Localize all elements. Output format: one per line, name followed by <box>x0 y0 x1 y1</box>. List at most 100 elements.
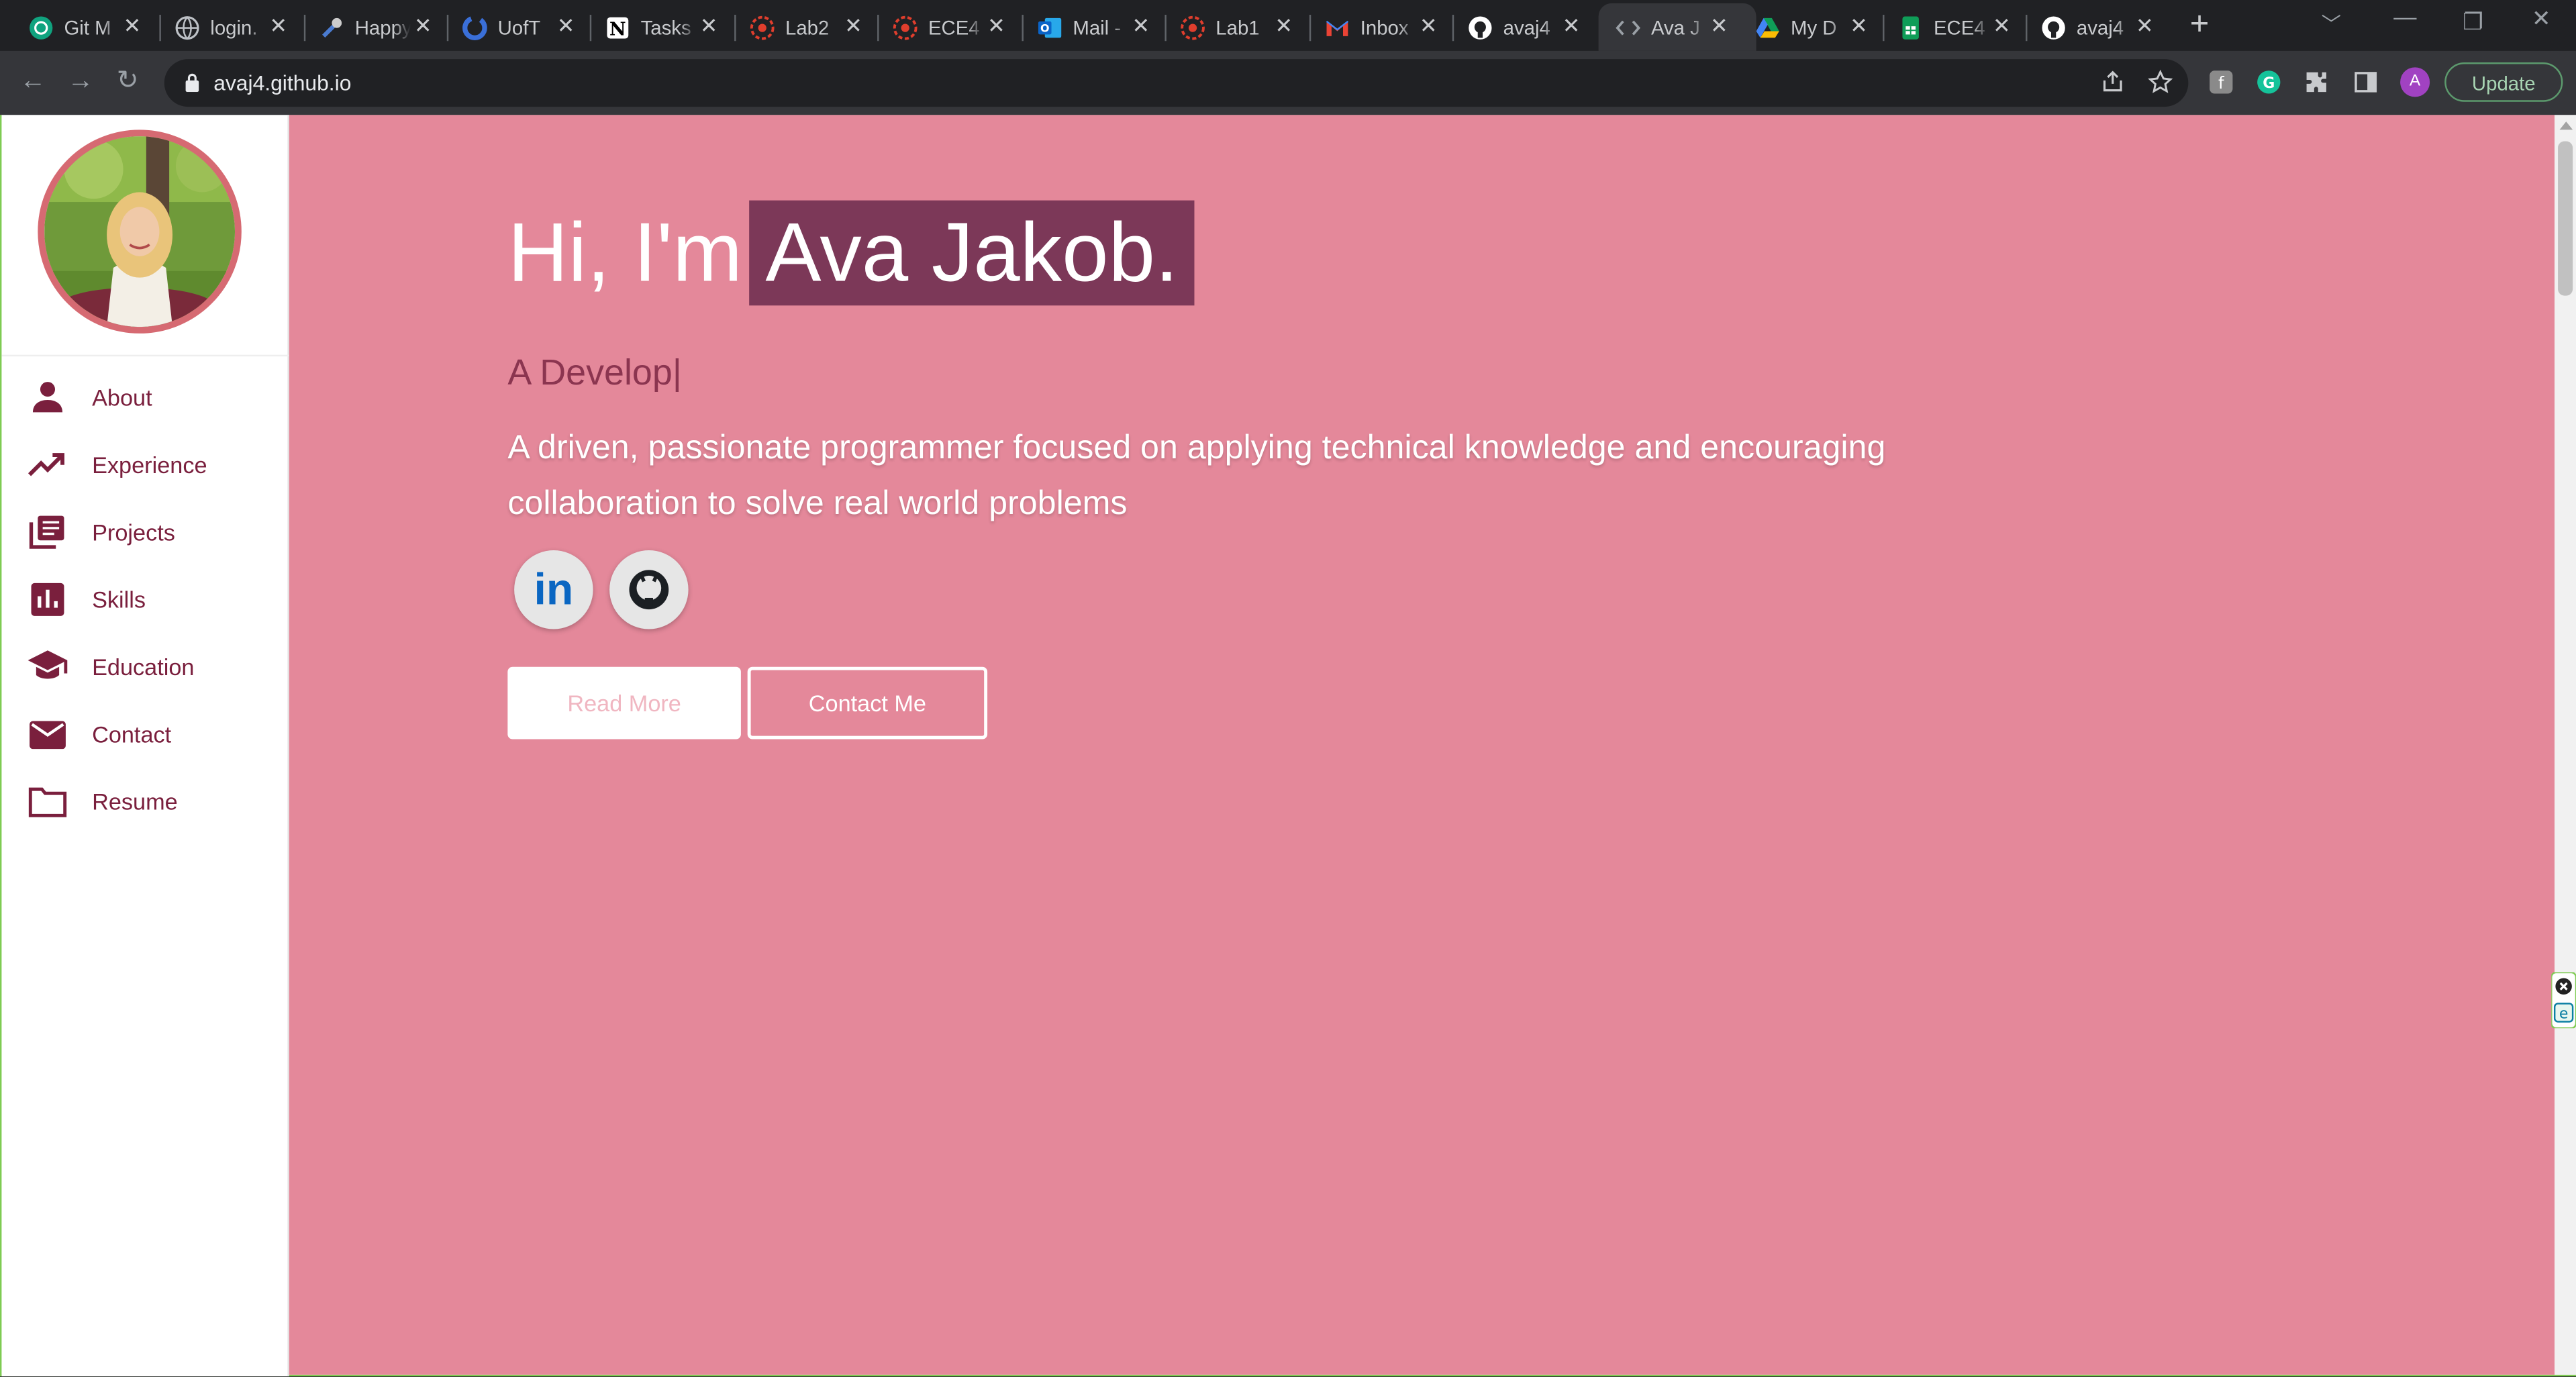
svg-text:N: N <box>609 19 626 40</box>
scroll-up-arrow-icon[interactable] <box>2559 121 2573 130</box>
sidebar-item-label: Experience <box>92 452 207 478</box>
tab-close-icon[interactable]: ✕ <box>414 13 432 40</box>
tab-title: Happy <box>354 16 411 40</box>
tab-title: Lab1 <box>1216 16 1260 40</box>
browser-tab[interactable]: ECE4 ✕ <box>892 7 1017 51</box>
linkedin-button[interactable]: in <box>514 550 593 629</box>
sidebar-item-about[interactable]: About <box>1 366 287 429</box>
tab-close-icon[interactable]: ✕ <box>1420 13 1438 40</box>
browser-tab[interactable]: avaj4 ✕ <box>2040 7 2165 51</box>
grammarly-icon[interactable]: G <box>2256 69 2282 95</box>
tab-separator <box>1022 15 1024 42</box>
contact-me-button[interactable]: Contact Me <box>747 666 988 740</box>
tab-close-icon[interactable]: ✕ <box>987 13 1005 40</box>
browser-tab[interactable]: avaj4 ✕ <box>1467 7 1592 51</box>
tab-separator <box>1165 15 1167 42</box>
browser-tab[interactable]: login. ✕ <box>174 7 299 51</box>
tab-separator <box>303 15 306 42</box>
tab-close-icon[interactable]: ✕ <box>1132 13 1150 40</box>
window-close-icon[interactable]: ✕ <box>2532 5 2551 33</box>
library-icon <box>28 514 68 550</box>
quercus-icon <box>1179 15 1205 41</box>
browser-tab[interactable]: Happy ✕ <box>319 7 444 51</box>
linkedin-icon: in <box>534 565 574 615</box>
tab-close-icon[interactable]: ✕ <box>557 13 575 40</box>
update-button[interactable]: Update <box>2444 62 2563 102</box>
hero-section: Hi, I'm Ava Jakob. A Develop| A driven, p… <box>289 115 2555 1375</box>
tab-title: My D <box>1790 16 1837 40</box>
browser-tab[interactable]: My D ✕ <box>1754 7 1879 51</box>
browser-tab[interactable]: Lab1 ✕ <box>1179 7 1304 51</box>
sidebar-item-contact[interactable]: Contact <box>1 703 287 766</box>
tab-close-icon[interactable]: ✕ <box>1710 13 1728 40</box>
extension-gray-icon[interactable]: f <box>2208 69 2234 95</box>
extensions-puzzle-icon[interactable] <box>2303 69 2330 95</box>
browser-tab[interactable]: Git M ✕ <box>28 7 153 51</box>
forward-icon[interactable]: → <box>67 67 93 97</box>
tab-separator <box>446 15 449 42</box>
restore-icon[interactable]: ❐ <box>2463 8 2483 36</box>
hero-greeting: Hi, I'm <box>507 205 743 299</box>
tab-close-icon[interactable]: ✕ <box>1275 13 1293 40</box>
tool-icon <box>319 15 345 41</box>
tab-close-icon[interactable]: ✕ <box>1563 13 1581 40</box>
minimize-icon[interactable]: — <box>2393 3 2416 30</box>
new-tab-button[interactable]: + <box>2190 7 2210 43</box>
tab-separator <box>159 15 161 42</box>
tab-separator <box>589 15 592 42</box>
tab-close-icon[interactable]: ✕ <box>1993 13 2011 40</box>
tab-title: Git M <box>64 16 111 40</box>
person-icon <box>28 379 68 415</box>
side-panel-icon[interactable] <box>2352 69 2379 95</box>
tab-close-icon[interactable]: ✕ <box>1850 13 1868 40</box>
reload-icon[interactable]: ↻ <box>117 67 139 97</box>
browser-tab[interactable]: N Tasks ✕ <box>605 7 730 51</box>
page-scrollbar[interactable] <box>2555 115 2576 1375</box>
bookmark-star-icon[interactable] <box>2147 69 2173 95</box>
browser-tab[interactable]: Lab2 ✕ <box>749 7 874 51</box>
sidebar-item-experience[interactable]: Experience <box>1 434 287 496</box>
sidebar-item-resume[interactable]: Resume <box>1 770 287 833</box>
sidebar-item-education[interactable]: Education <box>1 635 287 698</box>
back-icon[interactable]: ← <box>19 67 46 97</box>
mail-icon <box>28 716 68 752</box>
tab-close-icon[interactable]: ✕ <box>844 13 862 40</box>
scrollbar-thumb[interactable] <box>2558 141 2573 296</box>
drive-icon <box>1754 15 1781 41</box>
sidebar-item-skills[interactable]: Skills <box>1 568 287 631</box>
profile-avatar[interactable]: A <box>2400 67 2430 97</box>
hero-name-highlight: Ava Jakob. <box>748 200 1195 306</box>
browser-tab[interactable]: UofT ✕ <box>462 7 587 51</box>
read-more-button[interactable]: Read More <box>507 666 741 740</box>
browser-toolbar: ← → ↻ avaj4.github.io f G A Update <box>0 50 2576 115</box>
address-bar[interactable]: avaj4.github.io <box>164 59 2189 107</box>
browser-tab[interactable]: Ava J ✕ <box>1598 3 1756 51</box>
sidebar: About Experience Projects Skills Education Co… <box>1 115 289 1377</box>
sidebar-item-label: Education <box>92 654 195 680</box>
tab-title: Ava J <box>1650 16 1700 40</box>
github-button[interactable] <box>609 550 689 629</box>
browser-tab[interactable]: Inbox ✕ <box>1324 7 1449 51</box>
sidebar-item-label: About <box>92 384 152 411</box>
tab-close-icon[interactable]: ✕ <box>2136 13 2154 40</box>
tab-close-icon[interactable]: ✕ <box>269 13 287 40</box>
sidebar-divider <box>1 354 289 357</box>
tab-close-icon[interactable]: ✕ <box>700 13 718 40</box>
share-icon[interactable] <box>2099 69 2126 95</box>
tab-title: ECE4 <box>1933 16 1985 40</box>
github-icon <box>2040 15 2067 41</box>
tab-separator <box>1309 15 1311 42</box>
browser-tab[interactable]: ECE4 ✕ <box>1897 7 2022 51</box>
tab-title: Tasks <box>640 16 691 40</box>
browser-tab[interactable]: O Mail - ✕ <box>1036 7 1161 51</box>
tab-close-icon[interactable]: ✕ <box>123 13 142 40</box>
github-icon <box>629 570 669 610</box>
tab-separator <box>877 15 879 42</box>
sidebar-item-projects[interactable]: Projects <box>1 501 287 564</box>
floating-extension-widget[interactable]: e <box>2551 972 2576 1029</box>
tab-title: ECE4 <box>928 16 980 40</box>
tab-separator <box>1452 15 1454 42</box>
sidebar-item-label: Projects <box>92 519 175 546</box>
quercus-icon <box>892 15 918 41</box>
tab-search-icon[interactable]: ﹀ <box>2322 10 2341 38</box>
